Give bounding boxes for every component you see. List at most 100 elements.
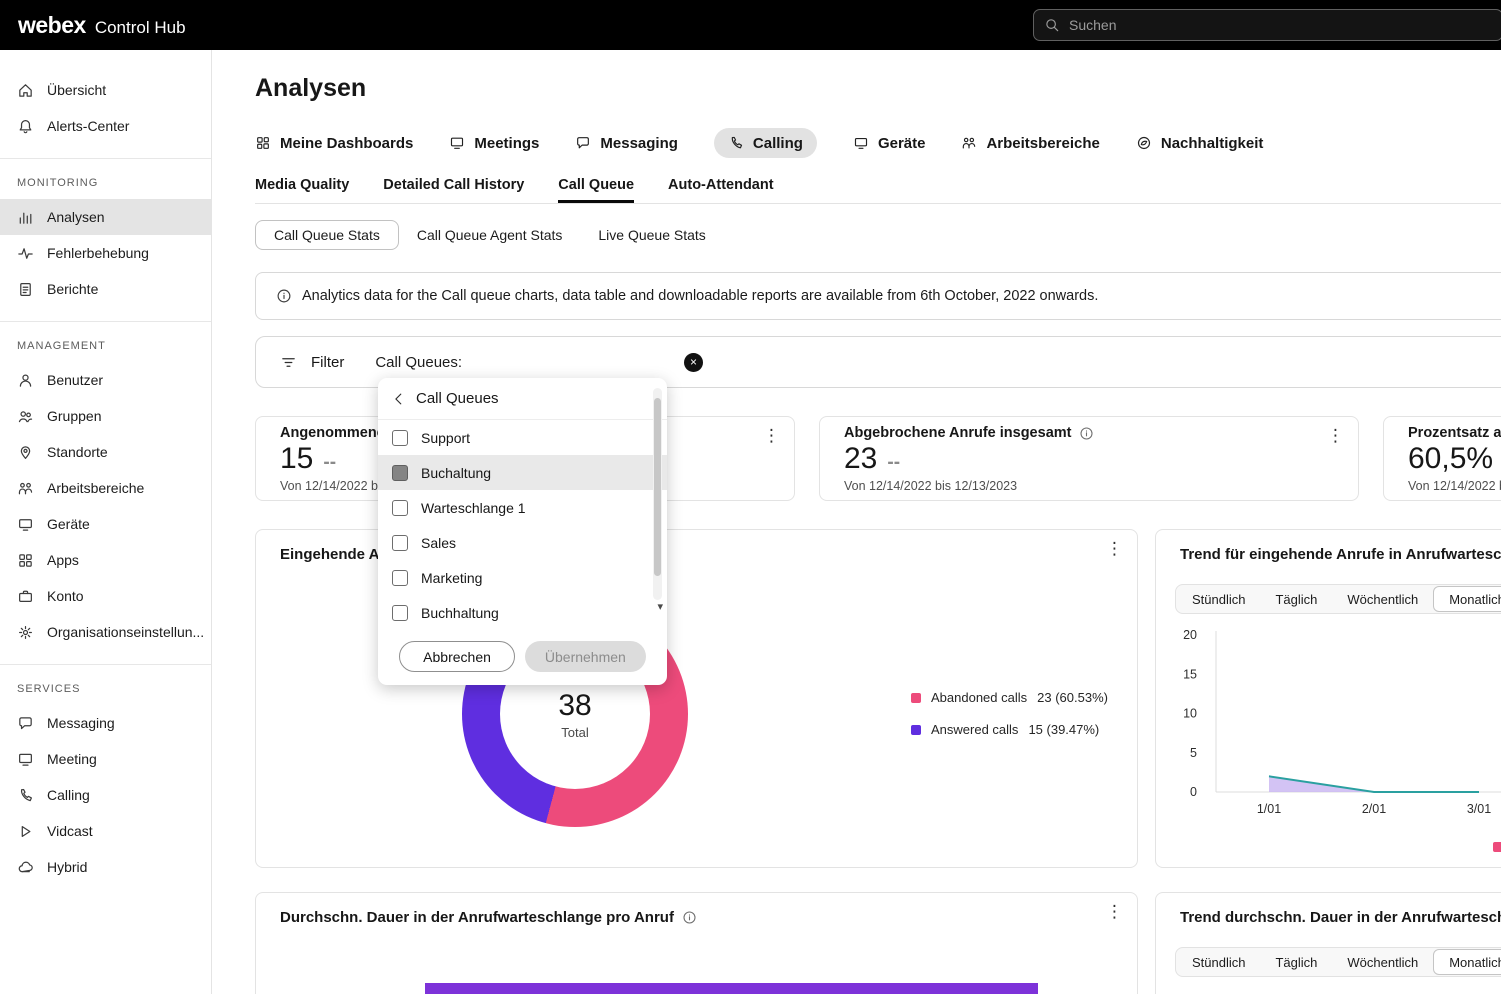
sidebar-item-label: Berichte xyxy=(47,281,98,297)
phone-icon xyxy=(728,135,744,151)
sidebar-item-gruppen[interactable]: Gruppen xyxy=(0,398,211,434)
stat-tab-call-queue-stats[interactable]: Call Queue Stats xyxy=(255,220,399,250)
interval-tab-monatlich[interactable]: Monatlich xyxy=(1433,949,1501,975)
chat-icon xyxy=(575,135,591,151)
queue-options-list: SupportBuchaltungWarteschlange 1Sales Mar… xyxy=(378,420,667,630)
info-icon xyxy=(276,288,292,304)
interval-tab-t-glich[interactable]: Täglich xyxy=(1260,949,1332,975)
queue-option-label: Marketing xyxy=(421,570,482,586)
interval-tab-st-ndlich[interactable]: Stündlich xyxy=(1177,586,1260,612)
sidebar-item-calling[interactable]: Calling xyxy=(0,777,211,813)
home-icon xyxy=(17,82,34,99)
queue-option-support[interactable]: Support xyxy=(378,420,667,455)
sidebar-item-label: Standorte xyxy=(47,444,108,460)
queue-option-label: Buchhaltung xyxy=(421,605,499,621)
tab-nachhaltigkeit[interactable]: Nachhaltigkeit xyxy=(1136,128,1264,158)
tab-messaging[interactable]: Messaging xyxy=(575,128,678,158)
sidebar-item-bersicht[interactable]: Übersicht xyxy=(0,72,211,108)
tab-arbeitsbereiche[interactable]: Arbeitsbereiche xyxy=(961,128,1099,158)
sidebar-item-meeting[interactable]: Meeting xyxy=(0,741,211,777)
checkbox-buchhaltung[interactable] xyxy=(392,605,408,621)
interval-tab-w-chentlich[interactable]: Wöchentlich xyxy=(1332,586,1433,612)
svg-text:3/01: 3/01 xyxy=(1467,802,1491,816)
cloud-icon xyxy=(17,859,34,876)
sidebar-item-vidcast[interactable]: Vidcast xyxy=(0,813,211,849)
dropdown-scrollbar[interactable] xyxy=(653,388,662,600)
checkbox-marketing[interactable] xyxy=(392,570,408,586)
sidebar-item-ger-te[interactable]: Geräte xyxy=(0,506,211,542)
sidebar-item-label: Organisationseinstellun... xyxy=(47,624,204,640)
search-input[interactable] xyxy=(1069,17,1492,33)
scrollbar-thumb[interactable] xyxy=(654,398,661,576)
interval-tab-w-chentlich[interactable]: Wöchentlich xyxy=(1332,949,1433,975)
sidebar-item-apps[interactable]: Apps xyxy=(0,542,211,578)
kpi-title: Prozentsatz ab xyxy=(1408,425,1501,441)
queue-stat-tabs: Call Queue StatsCall Queue Agent StatsLi… xyxy=(255,220,1501,250)
sidebar-item-label: Meeting xyxy=(47,751,97,767)
legend-label: Answered calls xyxy=(931,722,1018,737)
cancel-button[interactable]: Abbrechen xyxy=(399,641,515,672)
checkbox-buchaltung[interactable] xyxy=(392,465,408,481)
dropdown-title: Call Queues xyxy=(416,390,499,407)
workspace-icon xyxy=(961,135,977,151)
kebab-menu-icon[interactable]: ⋮ xyxy=(1327,427,1344,444)
subtab-auto-attendant[interactable]: Auto-Attendant xyxy=(668,170,774,203)
back-icon[interactable] xyxy=(391,391,407,407)
clear-filter-button[interactable]: × xyxy=(684,353,703,372)
kpi-title: Abgebrochene Anrufe insgesamt xyxy=(844,425,1071,441)
kebab-menu-icon[interactable]: ⋮ xyxy=(763,427,780,444)
sidebar-item-label: Hybrid xyxy=(47,859,87,875)
sidebar-divider xyxy=(0,158,211,159)
sidebar-item-hybrid[interactable]: Hybrid xyxy=(0,849,211,885)
info-icon xyxy=(682,910,697,925)
subtab-call-queue[interactable]: Call Queue xyxy=(558,170,634,203)
stat-tab-live-queue-stats[interactable]: Live Queue Stats xyxy=(580,220,723,250)
interval-tab-t-glich[interactable]: Täglich xyxy=(1260,586,1332,612)
interval-tab-monatlich[interactable]: Monatlich xyxy=(1433,586,1501,612)
sidebar-item-alerts-center[interactable]: Alerts-Center xyxy=(0,108,211,144)
queue-option-marketing[interactable]: Marketing xyxy=(378,560,667,595)
subtab-detailed-call-history[interactable]: Detailed Call History xyxy=(383,170,524,203)
tab-meetings[interactable]: Meetings xyxy=(449,128,539,158)
sidebar-item-standorte[interactable]: Standorte xyxy=(0,434,211,470)
users-icon xyxy=(17,408,34,425)
sidebar-item-label: Apps xyxy=(47,552,79,568)
queue-option-buchhaltung[interactable]: Buchhaltung xyxy=(378,595,667,630)
queue-option-buchaltung[interactable]: Buchaltung xyxy=(378,455,667,490)
sidebar-item-messaging[interactable]: Messaging xyxy=(0,705,211,741)
stat-tab-call-queue-agent-stats[interactable]: Call Queue Agent Stats xyxy=(399,220,581,250)
screen-icon xyxy=(17,751,34,768)
tab-meine-dashboards[interactable]: Meine Dashboards xyxy=(255,128,413,158)
tab-calling[interactable]: Calling xyxy=(714,128,817,158)
report-icon xyxy=(17,281,34,298)
kebab-menu-icon[interactable]: ⋮ xyxy=(1106,540,1123,557)
checkbox-sales[interactable] xyxy=(392,535,408,551)
legend-value: 15 (39.47%) xyxy=(1028,722,1099,737)
checkbox-support[interactable] xyxy=(392,430,408,446)
sidebar-item-arbeitsbereiche[interactable]: Arbeitsbereiche xyxy=(0,470,211,506)
scroll-down-arrow[interactable]: ▾ xyxy=(657,602,663,613)
search-box[interactable] xyxy=(1033,9,1501,41)
sidebar-item-fehlerbehebung[interactable]: Fehlerbehebung xyxy=(0,235,211,271)
tab-ger-te[interactable]: Geräte xyxy=(853,128,926,158)
kpi-value: 60,5% xyxy=(1408,442,1493,476)
sidebar-item-analysen[interactable]: Analysen xyxy=(0,199,211,235)
checkbox-warteschlange-1[interactable] xyxy=(392,500,408,516)
queue-option-warteschlange-1[interactable]: Warteschlange 1 xyxy=(378,490,667,525)
kebab-menu-icon[interactable]: ⋮ xyxy=(1106,903,1123,920)
sidebar-item-konto[interactable]: Konto xyxy=(0,578,211,614)
sidebar-item-benutzer[interactable]: Benutzer xyxy=(0,362,211,398)
subtab-media-quality[interactable]: Media Quality xyxy=(255,170,349,203)
filter-field-label[interactable]: Call Queues: xyxy=(375,354,462,371)
sidebar-item-organisationseinstellun[interactable]: Organisationseinstellun... xyxy=(0,614,211,650)
sidebar-item-label: Alerts-Center xyxy=(47,118,129,134)
sidebar-item-berichte[interactable]: Berichte xyxy=(0,271,211,307)
user-icon xyxy=(17,372,34,389)
incoming-trend-card: Trend für eingehende Anrufe in Anrufwart… xyxy=(1155,529,1501,868)
sidebar-item-label: Geräte xyxy=(47,516,90,532)
apply-button[interactable]: Übernehmen xyxy=(525,641,646,672)
svg-text:10: 10 xyxy=(1183,707,1197,721)
avg-duration-card: Durchschn. Dauer in der Anrufwarteschlan… xyxy=(255,892,1138,994)
queue-option-sales[interactable]: Sales xyxy=(378,525,667,560)
interval-tab-st-ndlich[interactable]: Stündlich xyxy=(1177,949,1260,975)
